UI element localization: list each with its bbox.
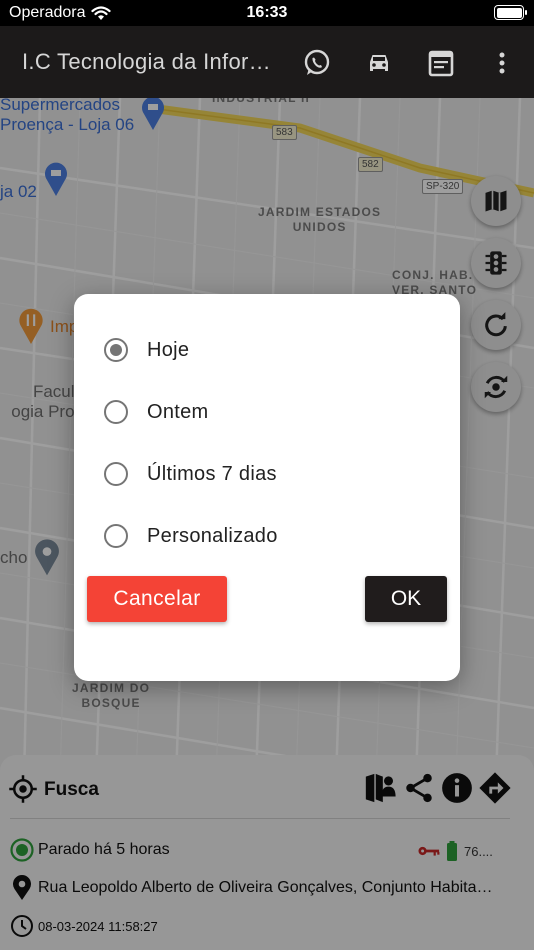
radio-ultimos-7-dias[interactable] xyxy=(104,462,128,486)
clock: 16:33 xyxy=(246,4,288,21)
option-label: Hoje xyxy=(147,338,190,361)
radio-personalizado[interactable] xyxy=(104,524,128,548)
option-label: Personalizado xyxy=(147,524,278,547)
option-label: Ontem xyxy=(147,400,209,423)
option-ontem[interactable]: Ontem xyxy=(104,400,209,424)
radio-hoje[interactable] xyxy=(104,338,128,362)
radio-ontem[interactable] xyxy=(104,400,128,424)
app-title: I.C Tecnologia da Informação xyxy=(22,49,272,74)
calendar-icon[interactable] xyxy=(426,48,456,78)
option-ultimos-7-dias[interactable]: Últimos 7 dias xyxy=(104,462,277,486)
app-bar: I.C Tecnologia da Informação xyxy=(0,26,534,98)
option-label: Últimos 7 dias xyxy=(147,462,277,485)
date-range-dialog: Hoje Ontem Últimos 7 dias Personalizado … xyxy=(74,294,460,681)
whatsapp-icon[interactable] xyxy=(302,48,332,78)
more-vert-icon[interactable] xyxy=(492,48,512,78)
ok-button[interactable]: OK xyxy=(365,576,447,622)
battery-icon xyxy=(494,5,527,20)
cancel-button[interactable]: Cancelar xyxy=(87,576,227,622)
option-personalizado[interactable]: Personalizado xyxy=(104,524,278,548)
option-hoje[interactable]: Hoje xyxy=(104,338,189,362)
status-bar: Operadora 16:33 xyxy=(0,0,534,26)
car-icon[interactable] xyxy=(364,48,394,78)
